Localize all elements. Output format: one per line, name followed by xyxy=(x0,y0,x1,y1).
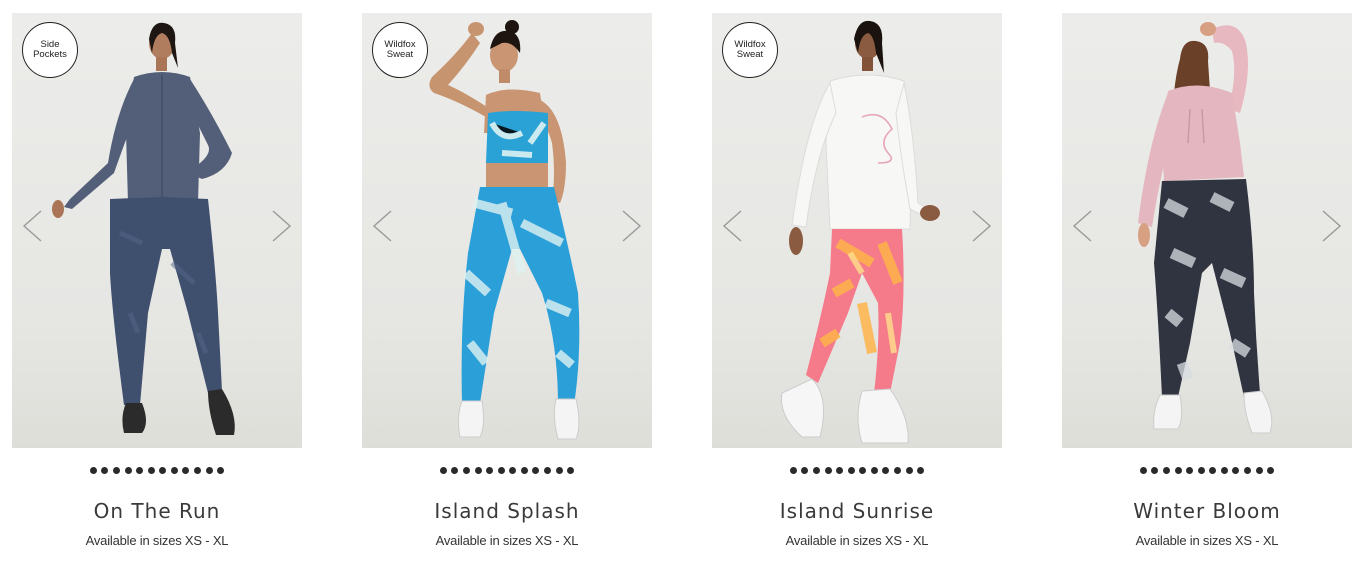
carousel-dot[interactable] xyxy=(462,467,470,474)
carousel-dot[interactable] xyxy=(1220,467,1228,474)
carousel-dot[interactable] xyxy=(147,467,155,474)
carousel-dot[interactable] xyxy=(894,467,902,474)
carousel-dot[interactable] xyxy=(1267,467,1275,474)
carousel-dot[interactable] xyxy=(451,467,459,474)
product-name[interactable]: Island Sunrise xyxy=(712,499,1002,523)
carousel-dot[interactable] xyxy=(555,467,563,474)
carousel-dot[interactable] xyxy=(1151,467,1159,474)
carousel-dot[interactable] xyxy=(882,467,890,474)
carousel-dot[interactable] xyxy=(520,467,528,474)
product-image[interactable]: Wildfox Sweat xyxy=(712,13,1002,448)
carousel-dot[interactable] xyxy=(1186,467,1194,474)
carousel-dot[interactable] xyxy=(1255,467,1263,474)
carousel-dot[interactable] xyxy=(497,467,505,474)
chevron-right-icon xyxy=(972,210,992,242)
carousel-dot[interactable] xyxy=(1197,467,1205,474)
carousel-dot[interactable] xyxy=(1139,467,1147,474)
carousel-dot[interactable] xyxy=(217,467,225,474)
carousel-dot[interactable] xyxy=(789,467,797,474)
carousel-dot[interactable] xyxy=(124,467,132,474)
carousel-dot[interactable] xyxy=(917,467,925,474)
carousel-dot[interactable] xyxy=(101,467,109,474)
carousel-dots xyxy=(362,467,652,474)
carousel-dot[interactable] xyxy=(859,467,867,474)
chevron-left-icon xyxy=(372,210,392,242)
carousel-prev-button[interactable] xyxy=(1070,209,1096,243)
carousel-prev-button[interactable] xyxy=(720,209,746,243)
carousel-dots xyxy=(1062,467,1352,474)
chevron-right-icon xyxy=(272,210,292,242)
model-photo xyxy=(780,20,940,444)
carousel-dot[interactable] xyxy=(182,467,190,474)
carousel-dot[interactable] xyxy=(812,467,820,474)
carousel-dot[interactable] xyxy=(1174,467,1182,474)
chevron-left-icon xyxy=(1072,210,1092,242)
model-photo xyxy=(52,22,235,435)
carousel-dots xyxy=(712,467,1002,474)
product-name[interactable]: On The Run xyxy=(12,499,302,523)
carousel-dot[interactable] xyxy=(194,467,202,474)
carousel-dot[interactable] xyxy=(1209,467,1217,474)
product-name[interactable]: Island Splash xyxy=(362,499,652,523)
carousel-dot[interactable] xyxy=(1244,467,1252,474)
carousel-dot[interactable] xyxy=(112,467,120,474)
product-sizes: Available in sizes XS - XL xyxy=(1135,533,1279,548)
carousel-next-button[interactable] xyxy=(268,209,294,243)
carousel-dot[interactable] xyxy=(824,467,832,474)
model-photo xyxy=(429,20,580,440)
carousel-dot[interactable] xyxy=(1232,467,1240,474)
carousel-next-button[interactable] xyxy=(1318,209,1344,243)
carousel-dot[interactable] xyxy=(509,467,517,474)
chevron-right-icon xyxy=(1322,210,1342,242)
product-card-island-splash[interactable]: Wildfox Sweat Island Splash Available in… xyxy=(362,13,652,553)
product-image[interactable] xyxy=(1062,13,1352,448)
carousel-dot[interactable] xyxy=(905,467,913,474)
carousel-dot[interactable] xyxy=(89,467,97,474)
carousel-dot[interactable] xyxy=(474,467,482,474)
model-photo xyxy=(1138,22,1273,434)
product-card-winter-bloom[interactable]: Winter Bloom Available in sizes XS - XL xyxy=(1062,13,1352,553)
product-sizes: Available in sizes XS - XL xyxy=(85,533,229,548)
feature-badge: Wildfox Sweat xyxy=(372,22,428,78)
carousel-next-button[interactable] xyxy=(618,209,644,243)
carousel-dot[interactable] xyxy=(836,467,844,474)
carousel-dot[interactable] xyxy=(486,467,494,474)
product-sizes: Available in sizes XS - XL xyxy=(435,533,579,548)
product-image[interactable]: Side Pockets xyxy=(12,13,302,448)
feature-badge: Side Pockets xyxy=(22,22,78,78)
carousel-dot[interactable] xyxy=(170,467,178,474)
carousel-dot[interactable] xyxy=(1162,467,1170,474)
carousel-dot[interactable] xyxy=(544,467,552,474)
carousel-dot[interactable] xyxy=(159,467,167,474)
chevron-left-icon xyxy=(722,210,742,242)
carousel-dot[interactable] xyxy=(870,467,878,474)
carousel-prev-button[interactable] xyxy=(20,209,46,243)
product-card-on-the-run[interactable]: Side Pockets On The Run Available in siz… xyxy=(12,13,302,553)
carousel-dot[interactable] xyxy=(847,467,855,474)
product-grid: Side Pockets On The Run Available in siz… xyxy=(0,0,1369,565)
product-image[interactable]: Wildfox Sweat xyxy=(362,13,652,448)
product-card-island-sunrise[interactable]: Wildfox Sweat Island Sunrise Available i… xyxy=(712,13,1002,553)
chevron-right-icon xyxy=(622,210,642,242)
feature-badge: Wildfox Sweat xyxy=(722,22,778,78)
carousel-dots xyxy=(12,467,302,474)
product-name[interactable]: Winter Bloom xyxy=(1062,499,1352,523)
carousel-dot[interactable] xyxy=(801,467,809,474)
carousel-dot[interactable] xyxy=(205,467,213,474)
carousel-next-button[interactable] xyxy=(968,209,994,243)
carousel-dot[interactable] xyxy=(136,467,144,474)
carousel-dot[interactable] xyxy=(567,467,575,474)
carousel-dot[interactable] xyxy=(439,467,447,474)
chevron-left-icon xyxy=(22,210,42,242)
product-sizes: Available in sizes XS - XL xyxy=(785,533,929,548)
carousel-prev-button[interactable] xyxy=(370,209,396,243)
carousel-dot[interactable] xyxy=(532,467,540,474)
